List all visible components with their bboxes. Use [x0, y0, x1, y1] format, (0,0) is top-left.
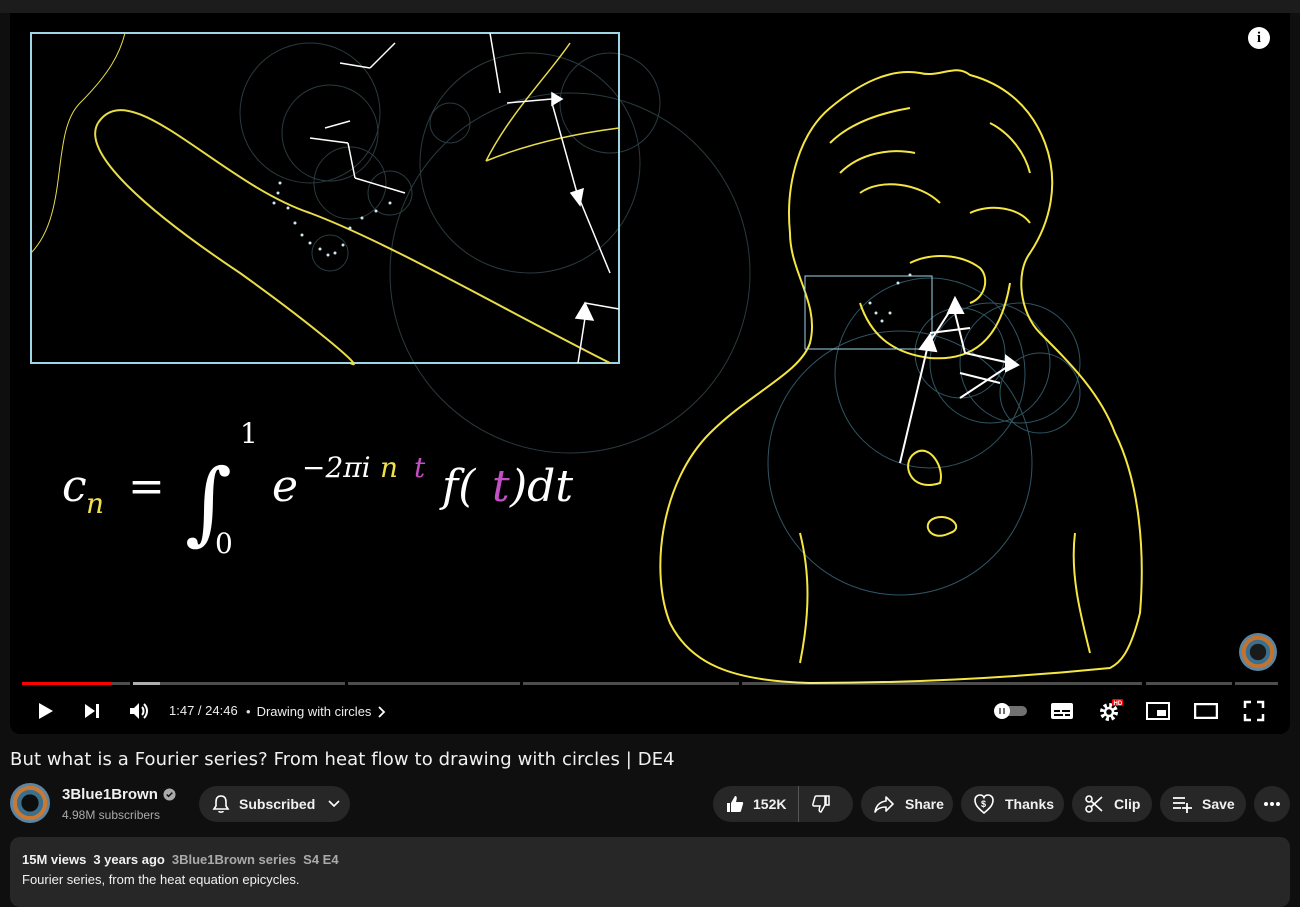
- episode-label: S4 E4: [303, 852, 339, 867]
- autoplay-toggle[interactable]: [991, 693, 1031, 729]
- time-display: 1:47 / 24:46: [169, 703, 238, 718]
- dislike-button[interactable]: [799, 786, 831, 822]
- miniplayer-icon[interactable]: [1140, 693, 1176, 729]
- view-count: 15M views: [22, 852, 87, 867]
- svg-text:1: 1: [240, 417, 258, 450]
- upload-age: 3 years ago: [93, 852, 165, 867]
- save-label: Save: [1202, 796, 1235, 812]
- svg-text:=: =: [128, 461, 165, 512]
- clip-label: Clip: [1114, 796, 1141, 812]
- thanks-button[interactable]: $ Thanks: [961, 786, 1064, 822]
- save-icon: [1173, 797, 1192, 813]
- more-icon: [1264, 802, 1280, 806]
- info-icon[interactable]: i: [1248, 27, 1270, 49]
- description-meta: 15M views 3 years ago 3Blue1Brown series…: [22, 852, 339, 867]
- save-button[interactable]: Save: [1160, 786, 1246, 822]
- play-icon[interactable]: [27, 693, 63, 729]
- description-text: Fourier series, from the heat equation e…: [22, 872, 300, 887]
- next-icon[interactable]: [74, 693, 110, 729]
- theater-icon[interactable]: [1188, 693, 1224, 729]
- fullscreen-icon[interactable]: [1236, 693, 1272, 729]
- share-label: Share: [905, 796, 944, 812]
- subtitles-icon[interactable]: [1044, 693, 1080, 729]
- thanks-icon: $: [974, 794, 994, 815]
- thanks-label: Thanks: [1005, 796, 1055, 812]
- svg-text:−2πi: −2πi: [302, 451, 371, 484]
- like-dislike-group: 152K: [713, 786, 853, 822]
- clip-icon: [1085, 795, 1103, 813]
- video-title: But what is a Fourier series? From heat …: [10, 749, 675, 770]
- portrait-inset: [804, 275, 933, 350]
- svg-text:n: n: [86, 487, 104, 520]
- progress-played: [22, 682, 112, 685]
- svg-text:$: $: [981, 799, 986, 809]
- subscribed-label: Subscribed: [239, 796, 316, 812]
- channel-watermark[interactable]: [1239, 633, 1277, 671]
- progress-buffered: [133, 682, 160, 685]
- volume-icon[interactable]: [121, 693, 157, 729]
- subscriber-count: 4.98M subscribers: [62, 808, 161, 822]
- svg-text:0: 0: [215, 527, 233, 560]
- settings-icon[interactable]: HD: [1092, 693, 1128, 729]
- description-box[interactable]: 15M views 3 years ago 3Blue1Brown series…: [10, 837, 1290, 907]
- series-link[interactable]: 3Blue1Brown series: [172, 852, 296, 867]
- thumbs-up-icon: [727, 796, 744, 812]
- svg-text:e: e: [272, 461, 298, 512]
- chevron-down-icon: [328, 800, 340, 808]
- top-strip: [0, 0, 1300, 13]
- like-button[interactable]: 152K: [713, 786, 800, 822]
- svg-text:HD: HD: [1114, 701, 1123, 707]
- svg-text:c: c: [62, 461, 87, 512]
- clip-button[interactable]: Clip: [1072, 786, 1152, 822]
- verified-icon: [163, 788, 176, 801]
- video-frame: c n = ∫ 1 0 e −2πi n t f( t )dt: [30, 32, 1143, 685]
- like-count: 152K: [753, 796, 787, 812]
- thumbs-down-icon: [812, 795, 831, 813]
- bell-icon: [212, 795, 230, 813]
- player-controls: 1:47 / 24:46 • Drawing with circles HD: [10, 693, 1290, 729]
- share-button[interactable]: Share: [861, 786, 953, 822]
- svg-text:)dt: )dt: [509, 461, 573, 512]
- subscribed-button[interactable]: Subscribed: [199, 786, 350, 822]
- chapter-title[interactable]: • Drawing with circles: [246, 704, 387, 719]
- zoom-inset: [30, 32, 620, 364]
- avatar[interactable]: [10, 783, 50, 823]
- channel-name-label: 3Blue1Brown: [62, 786, 158, 803]
- progress-bar[interactable]: [22, 682, 1278, 685]
- video-player[interactable]: c n = ∫ 1 0 e −2πi n t f( t )dt i 1:47 /…: [10, 13, 1290, 734]
- svg-text:f(: f(: [439, 461, 476, 512]
- share-icon: [874, 796, 894, 813]
- chapter-label: Drawing with circles: [256, 704, 372, 719]
- svg-text:t: t: [414, 451, 426, 484]
- chevron-right-icon: [378, 705, 386, 718]
- svg-text:t: t: [492, 461, 510, 512]
- more-button[interactable]: [1254, 786, 1290, 822]
- channel-name[interactable]: 3Blue1Brown: [62, 786, 176, 803]
- svg-text:n: n: [380, 451, 398, 484]
